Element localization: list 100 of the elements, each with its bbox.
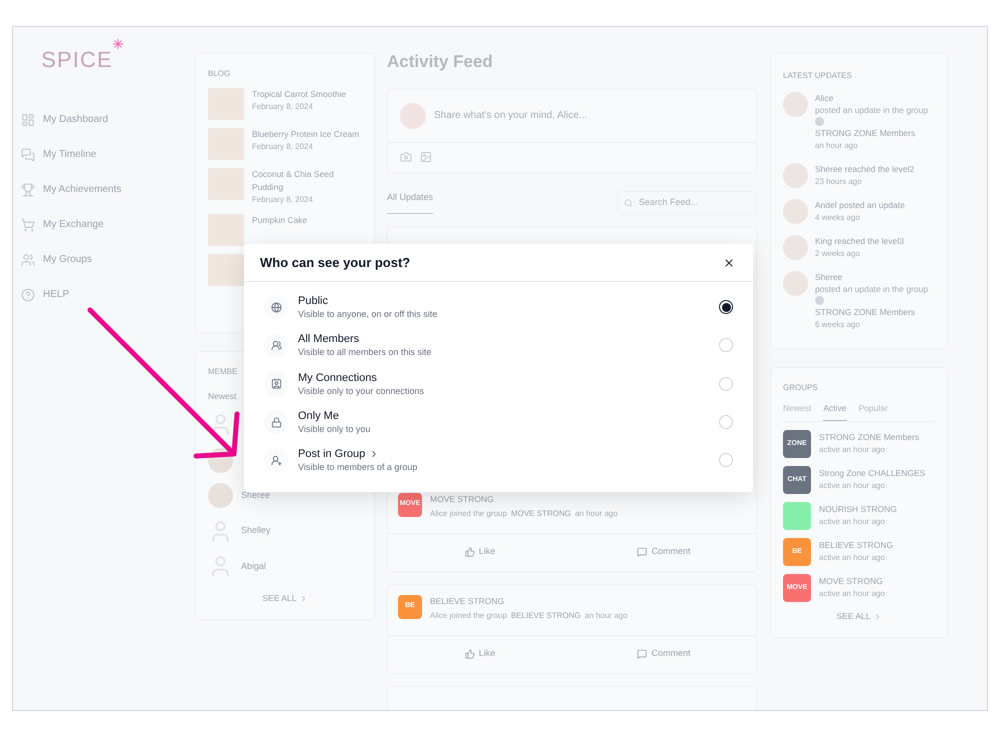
comment-button[interactable]: Comment: [572, 647, 756, 661]
cart-icon: [21, 218, 35, 232]
blog-date: February 8, 2024: [252, 141, 314, 153]
group-name[interactable]: BELIEVE STRONG: [819, 539, 894, 552]
group-icon: [270, 454, 282, 466]
chat-icon: [21, 148, 35, 162]
search-input[interactable]: Search Feed...: [638, 196, 750, 210]
avatar: [783, 199, 808, 224]
photo-placeholder: [208, 168, 244, 200]
nav-link[interactable]: My Groups: [43, 252, 92, 267]
activity-text: Alice joined the group: [430, 610, 507, 622]
option-label: Post in Group: [298, 447, 366, 462]
nav-link[interactable]: My Timeline: [43, 147, 96, 162]
asterisk-icon: [112, 39, 123, 49]
activity-text: Alice joined the group: [430, 508, 507, 520]
lock-icon: [270, 416, 282, 428]
blog-title[interactable]: Tropical Carrot Smoothie: [252, 88, 346, 101]
option-description: Visible to members of a group: [298, 461, 418, 474]
see-all-link[interactable]: SEE ALL: [262, 592, 297, 605]
option-description: Visible to all members on this site: [298, 346, 432, 358]
user-name[interactable]: Sheree: [815, 271, 928, 283]
nav-link[interactable]: My Dashboard: [43, 112, 108, 127]
group-link[interactable]: MOVE STRONG: [510, 508, 571, 520]
member-name[interactable]: Sheree: [241, 488, 270, 502]
group-meta: active an hour ago: [819, 552, 886, 564]
help-icon: [21, 288, 35, 302]
blog-heading: BLOG: [208, 68, 232, 80]
avatar: [783, 92, 808, 117]
update-text: King reached the level3: [815, 235, 904, 247]
member-name[interactable]: Shelley: [241, 524, 271, 538]
group-link[interactable]: STRONG ZONE Members: [815, 306, 928, 318]
update-text: posted an update in the group: [815, 104, 928, 116]
blog-title[interactable]: Blueberry Protein Ice Cream: [252, 128, 360, 141]
thumbs-up-icon: [464, 649, 475, 659]
member-name[interactable]: Abigal: [241, 560, 266, 574]
photo-placeholder: [208, 128, 244, 160]
nav-link[interactable]: My Achievements: [43, 182, 122, 197]
visibility-option[interactable]: My Connections Visible only to your connections: [244, 364, 753, 403]
group-name[interactable]: BELIEVE STRONG: [430, 594, 628, 608]
option-label: Only Me: [298, 409, 339, 424]
blog-date: February 8, 2024: [252, 101, 314, 113]
option-label: My Connections: [298, 370, 377, 385]
users-icon: [21, 252, 35, 266]
members-icon: [270, 340, 282, 351]
group-name[interactable]: NOURISH STRONG: [819, 503, 897, 516]
group-name[interactable]: STRONG ZONE Members: [819, 431, 920, 444]
groups-heading: GROUPS: [783, 382, 819, 394]
time-text: an hour ago: [815, 140, 859, 152]
group-meta: active an hour ago: [819, 444, 886, 456]
search-icon: [624, 198, 633, 208]
blog-title[interactable]: Coconut & Chia Seed Pudding: [252, 168, 362, 194]
group-name[interactable]: MOVE STRONG: [819, 575, 885, 588]
blog-date: February 8, 2024: [252, 194, 314, 206]
nav-link[interactable]: My Exchange: [43, 217, 104, 232]
feed-tab[interactable]: All Updates: [387, 191, 434, 214]
image-icon[interactable]: [420, 151, 432, 163]
post-input[interactable]: Share what's on your mind, Alice...: [434, 108, 744, 123]
visibility-option[interactable]: Public Visible to anyone, on or off this site: [244, 288, 753, 326]
avatar: [208, 483, 233, 508]
trophy-icon: [21, 182, 35, 196]
user-name[interactable]: Alice: [815, 92, 928, 104]
group-meta: active an hour ago: [819, 588, 885, 600]
group-name[interactable]: MOVE STRONG: [430, 492, 618, 506]
people-icon: [270, 378, 282, 390]
group-avatar: [815, 117, 824, 126]
search-field[interactable]: Search Feed...: [617, 190, 757, 214]
like-button[interactable]: Like: [388, 545, 572, 559]
photo-placeholder: [208, 214, 244, 246]
group-link[interactable]: BELIEVE STRONG: [510, 610, 581, 622]
visibility-option[interactable]: Only Me Visible only to you: [244, 402, 753, 442]
camera-icon[interactable]: [400, 151, 412, 163]
option-description: Visible only to your connections: [298, 384, 425, 397]
group-meta: active an hour ago: [819, 480, 886, 492]
group-link[interactable]: STRONG ZONE Members: [815, 127, 928, 139]
globe-icon: [270, 302, 282, 313]
option-label: Public: [298, 294, 328, 308]
time-text: 6 weeks ago: [815, 319, 861, 331]
thumbs-up-icon: [464, 547, 475, 557]
option-label: All Members: [298, 332, 360, 346]
dashboard-icon: [21, 112, 35, 126]
time-text: 2 weeks ago: [815, 248, 861, 260]
update-text: posted an update in the group: [815, 283, 928, 295]
avatar: [783, 235, 808, 260]
groups-tab[interactable]: Popular: [858, 402, 888, 421]
option-description: Visible only to you: [298, 423, 372, 436]
see-all-link[interactable]: SEE ALL: [836, 610, 871, 622]
blog-title[interactable]: Pumpkin Cake: [252, 214, 308, 227]
update-text: Andel posted an update: [815, 199, 905, 211]
group-name[interactable]: Strong Zone CHALLENGES: [819, 467, 926, 480]
like-button[interactable]: Like: [388, 647, 572, 661]
groups-tab[interactable]: Newest: [783, 402, 812, 421]
groups-tab[interactable]: Active: [823, 402, 846, 421]
radio-button[interactable]: [719, 300, 733, 314]
comment-button[interactable]: Comment: [572, 545, 756, 559]
option-description: Visible to anyone, on or off this site: [298, 308, 438, 320]
photo-placeholder: [208, 88, 244, 120]
nav-link[interactable]: HELP: [43, 287, 70, 302]
visibility-option[interactable]: Post in Group Visible to members of a group: [244, 441, 753, 480]
visibility-option[interactable]: All Members Visible to all members on this site: [244, 326, 753, 365]
comment-icon: [637, 649, 648, 659]
